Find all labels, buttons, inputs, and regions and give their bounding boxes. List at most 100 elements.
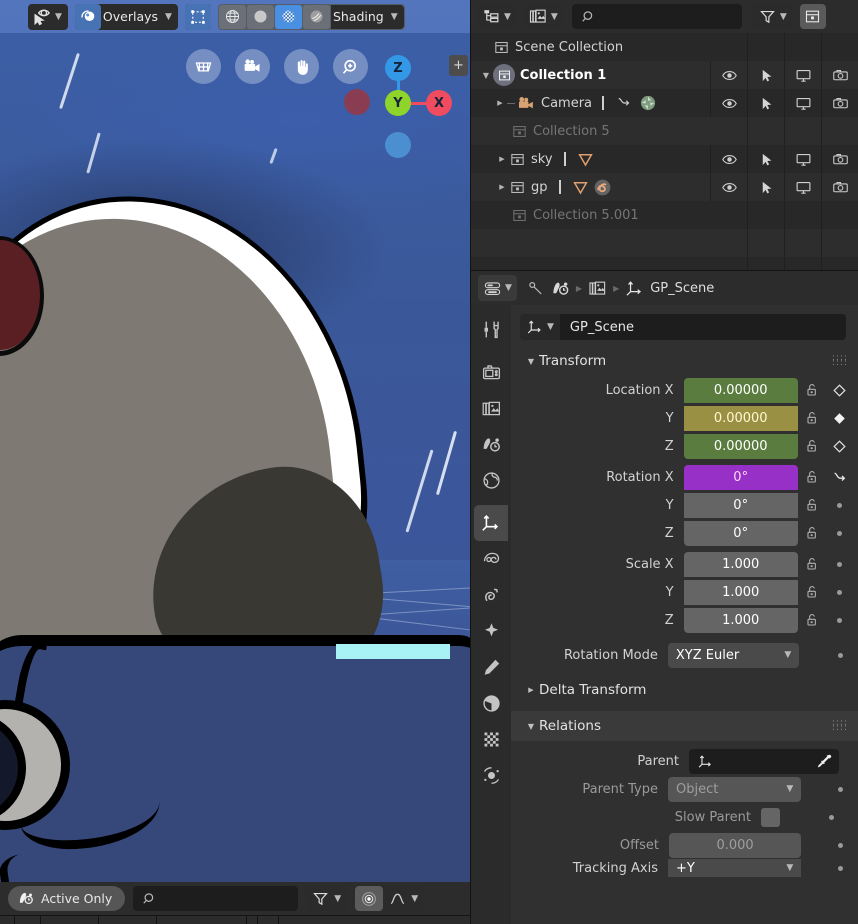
viewport-sidebar-toggle[interactable]: +: [449, 55, 468, 76]
shading-rendered-icon[interactable]: [302, 4, 330, 29]
shading-dropdown[interactable]: Shading ▼: [330, 4, 404, 29]
scale-x-field[interactable]: 1.000: [683, 551, 798, 577]
camera-render-icon[interactable]: [821, 145, 858, 173]
gizmo-dropdown[interactable]: ▼: [28, 3, 68, 30]
eye-icon[interactable]: [710, 173, 747, 201]
camera-render-icon[interactable]: [821, 89, 858, 117]
property-row-tracking-axis[interactable]: Tracking Axis +Y ▼: [511, 859, 858, 877]
viewport-search-input[interactable]: [133, 886, 299, 911]
xray-toggle-icon[interactable]: [184, 3, 211, 30]
chevron-down-icon[interactable]: ▼: [780, 12, 787, 22]
lock-scale-y-icon[interactable]: [798, 584, 827, 600]
property-row-rotation-x[interactable]: Rotation X 0°: [511, 463, 858, 491]
transform-panel-header[interactable]: ▼ Transform ::::::::: [511, 346, 858, 376]
gizmo-axis-x[interactable]: X: [426, 90, 452, 116]
render-icon[interactable]: [551, 279, 570, 298]
shading-material-preview-icon[interactable]: [274, 4, 302, 29]
object-axes-icon[interactable]: [625, 279, 644, 298]
lock-rotation-y-icon[interactable]: [798, 497, 827, 513]
chevron-down-icon[interactable]: ▼: [551, 12, 558, 22]
disclosure-triangle-down-icon[interactable]: ▼: [479, 71, 493, 80]
keyframe-hollow-icon[interactable]: [827, 439, 852, 454]
gizmo-cursor-icon[interactable]: [28, 4, 55, 30]
chevron-down-icon[interactable]: ▼: [547, 322, 554, 332]
animate-property-dot[interactable]: [829, 652, 852, 658]
lock-rotation-x-icon[interactable]: [798, 469, 827, 485]
outliner-row-camera[interactable]: ▶ Camera: [471, 89, 858, 117]
chevron-down-icon[interactable]: ▼: [165, 12, 178, 22]
grease-pencil-icon[interactable]: [576, 150, 595, 169]
object-id-browse-dropdown[interactable]: ▼: [520, 314, 560, 340]
gizmo-axis-neg-x[interactable]: [344, 89, 370, 115]
parent-object-field[interactable]: [689, 748, 839, 774]
lock-scale-z-icon[interactable]: [798, 612, 827, 628]
falloff-curve-icon[interactable]: [383, 886, 411, 911]
properties-editor-type-dropdown[interactable]: ▼: [478, 275, 517, 301]
location-y-field[interactable]: 0.00000: [683, 405, 798, 431]
outliner-scene-data-dropdown[interactable]: ▼: [522, 4, 563, 29]
overlays-dropdown[interactable]: Overlays ▼: [74, 3, 178, 30]
view-layer-icon[interactable]: [588, 279, 607, 298]
cursor-select-icon[interactable]: [747, 145, 784, 173]
cursor-select-icon[interactable]: [747, 173, 784, 201]
panel-grip-icon[interactable]: ::::::::: [832, 354, 848, 368]
property-row-location-y[interactable]: Y 0.00000: [511, 404, 858, 432]
gizmo-axis-z[interactable]: Z: [385, 55, 411, 81]
3d-viewport[interactable]: ▼ Overlays ▼ Shading ▼ Z Y X + Active On…: [0, 0, 470, 924]
property-row-slow-parent[interactable]: Slow Parent: [511, 803, 858, 831]
camera-render-icon[interactable]: [821, 173, 858, 201]
animate-property-dot[interactable]: [829, 786, 852, 792]
monitor-icon[interactable]: [784, 61, 821, 89]
animate-property-dot[interactable]: [818, 814, 844, 820]
property-row-rotation-z[interactable]: Z 0°: [511, 519, 858, 547]
navigation-axis-gizmo[interactable]: Z Y X: [340, 45, 460, 165]
chevron-down-icon[interactable]: ▼: [784, 650, 791, 660]
property-row-location-x[interactable]: Location X 0.00000: [511, 376, 858, 404]
chevron-down-icon[interactable]: ▼: [411, 894, 424, 904]
chevron-down-icon[interactable]: ▼: [391, 12, 404, 22]
lock-location-x-icon[interactable]: [798, 382, 827, 398]
outliner-search-field[interactable]: [601, 9, 727, 24]
chevron-down-icon[interactable]: ▼: [504, 12, 511, 22]
tool-icon[interactable]: [527, 279, 545, 297]
shading-wireframe-icon[interactable]: [218, 4, 246, 29]
outliner-tree[interactable]: ▶ Scene Collection ▼ C: [471, 33, 858, 257]
tab-physics[interactable]: [474, 613, 508, 649]
rotation-mode-dropdown[interactable]: XYZ Euler ▼: [667, 642, 800, 668]
proportional-editing-icon[interactable]: [355, 886, 384, 911]
monitor-icon[interactable]: [784, 173, 821, 201]
gizmo-axis-neg-z[interactable]: [385, 132, 411, 158]
location-z-field[interactable]: 0.00000: [683, 433, 798, 459]
chevron-down-icon[interactable]: ▼: [786, 784, 793, 794]
parent-type-dropdown[interactable]: Object ▼: [668, 776, 802, 802]
properties-tab-column[interactable]: [471, 305, 511, 924]
scale-y-field[interactable]: 1.000: [683, 579, 798, 605]
disclosure-triangle-down-icon[interactable]: ▼: [523, 722, 539, 731]
animate-property-dot[interactable]: [827, 530, 852, 536]
property-row-scale-z[interactable]: Z 1.000: [511, 606, 858, 634]
view-grid-button[interactable]: [186, 49, 221, 84]
delta-transform-panel-header[interactable]: ▶ Delta Transform: [511, 675, 858, 705]
disclosure-triangle-right-icon[interactable]: ▶: [495, 183, 509, 191]
outliner-filter-dropdown[interactable]: ▼: [752, 4, 793, 29]
animate-property-dot[interactable]: [829, 865, 852, 871]
chevron-down-icon[interactable]: ▼: [505, 283, 512, 293]
property-row-parent[interactable]: Parent: [511, 747, 858, 775]
disclosure-triangle-right-icon[interactable]: ▶: [493, 99, 507, 107]
animate-property-dot[interactable]: [827, 617, 852, 623]
tab-constraints[interactable]: [474, 649, 508, 685]
lock-location-z-icon[interactable]: [798, 438, 827, 454]
proportional-editing-group[interactable]: ▼: [355, 886, 425, 911]
viewport-search-field[interactable]: [163, 891, 284, 906]
pan-view-button[interactable]: [284, 49, 319, 84]
tracking-axis-dropdown[interactable]: +Y ▼: [668, 859, 802, 877]
eye-icon[interactable]: [710, 61, 747, 89]
outliner-row-collection-1[interactable]: ▼ Collection 1: [471, 61, 858, 89]
chevron-down-icon[interactable]: ▼: [786, 863, 793, 873]
lock-rotation-z-icon[interactable]: [798, 525, 827, 541]
tab-material[interactable]: [474, 721, 508, 757]
object-id-bar[interactable]: ▼ GP_Scene: [520, 314, 846, 340]
lock-scale-x-icon[interactable]: [798, 556, 827, 572]
rotation-z-field[interactable]: 0°: [683, 520, 798, 546]
camera-data-icon[interactable]: [638, 93, 658, 113]
